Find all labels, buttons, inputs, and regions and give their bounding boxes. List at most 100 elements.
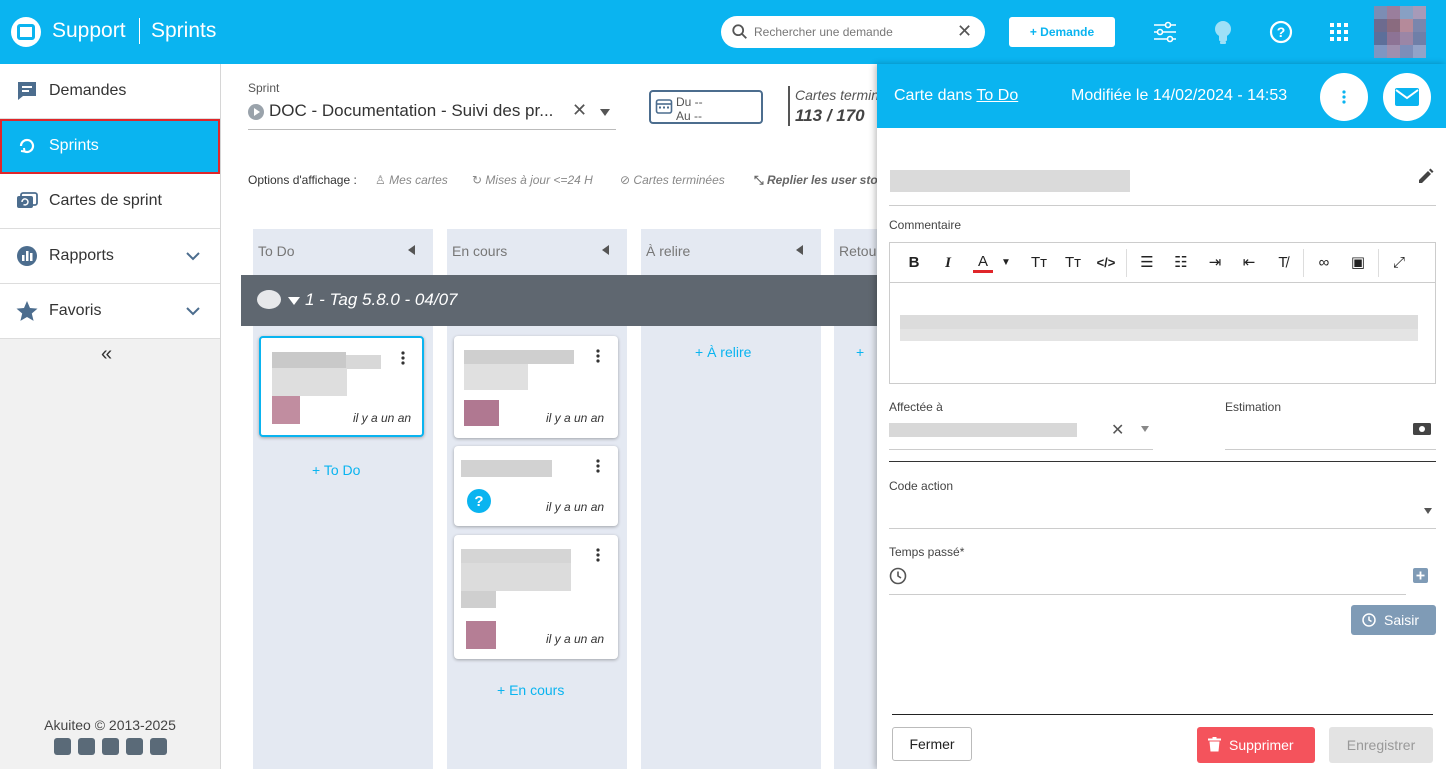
option-label: Cartes terminées <box>633 173 725 187</box>
delete-button[interactable]: Supprimer <box>1197 727 1315 763</box>
numbered-list-icon[interactable]: ☷ <box>1170 253 1192 273</box>
image-icon[interactable]: ▣ <box>1347 253 1369 273</box>
add-time-icon[interactable] <box>1413 568 1428 583</box>
indent-icon[interactable]: ⇥ <box>1204 253 1226 273</box>
comment-editor[interactable]: B I A ▼ Tт Tт </> ☰ ☷ ⇥ ⇤ T̸ ∞ ▣ ⤢ <box>889 242 1436 384</box>
fullscreen-icon[interactable]: ⤢ <box>1388 253 1410 273</box>
option-finished-cards[interactable]: ⊘ Cartes terminées <box>620 173 725 187</box>
panel-title-prefix: Carte dans <box>894 87 973 104</box>
money-icon[interactable] <box>1412 422 1432 436</box>
text-format-icon[interactable]: Tт <box>1062 253 1084 273</box>
more-vertical-icon[interactable] <box>596 348 600 364</box>
assigned-value-redacted <box>889 423 1077 437</box>
assigned-label: Affectée à <box>889 400 943 414</box>
clear-search-icon[interactable]: ✕ <box>957 21 972 42</box>
clock-icon <box>1362 613 1376 627</box>
add-card-todo[interactable]: + To Do <box>312 462 360 478</box>
add-card-a-relire[interactable]: + À relire <box>695 344 751 360</box>
divider <box>788 86 790 126</box>
divider <box>1126 249 1127 277</box>
sprint-card[interactable]: il y a un an <box>454 336 618 438</box>
sidebar-item-label: Rapports <box>49 247 114 264</box>
option-fold-stories[interactable]: ⤡ Replier les user stories <box>754 173 878 188</box>
add-card-en-cours[interactable]: + En cours <box>497 682 564 698</box>
color-dropdown-icon[interactable]: ▼ <box>999 253 1013 273</box>
apps-grid-icon[interactable] <box>1325 18 1353 46</box>
collapse-column-icon[interactable] <box>602 245 609 255</box>
clear-format-icon[interactable]: T̸ <box>1272 253 1294 273</box>
caret-down-icon[interactable] <box>600 109 610 116</box>
option-label: Mes cartes <box>389 173 448 187</box>
search-box[interactable]: ✕ <box>721 16 985 48</box>
clear-sprint-icon[interactable]: ✕ <box>572 100 587 121</box>
sprint-card[interactable]: ? il y a un an <box>454 446 618 526</box>
edit-pencil-icon[interactable] <box>1417 167 1435 185</box>
question-badge-icon: ? <box>467 489 491 513</box>
code-icon[interactable]: </> <box>1095 253 1117 273</box>
caret-down-icon[interactable] <box>1424 508 1432 514</box>
sprint-select[interactable]: DOC - Documentation - Suivi des pr... ✕ <box>248 100 616 130</box>
add-card-retour[interactable]: + <box>856 344 864 360</box>
font-size-icon[interactable]: Tт <box>1028 253 1050 273</box>
date-from: Du -- <box>676 95 703 109</box>
chevron-down-icon[interactable] <box>185 304 201 318</box>
sidebar-item-demandes[interactable]: Demandes <box>0 64 220 119</box>
clear-assigned-icon[interactable]: ✕ <box>1111 420 1124 440</box>
sprint-card[interactable]: il y a un an <box>259 336 424 437</box>
more-vertical-icon[interactable] <box>401 350 405 366</box>
link-icon[interactable]: ∞ <box>1313 253 1335 273</box>
linkedin-icon[interactable] <box>102 738 119 755</box>
text-color-icon[interactable]: A <box>973 253 993 273</box>
date-range-field[interactable]: Du -- Au -- <box>649 90 763 124</box>
sprint-value: DOC - Documentation - Suivi des pr... <box>269 101 554 120</box>
collapse-column-icon[interactable] <box>796 245 803 255</box>
bullet-list-icon[interactable]: ☰ <box>1136 253 1158 273</box>
star-icon <box>16 301 38 321</box>
sidebar-item-rapports[interactable]: Rapports <box>0 229 220 284</box>
instagram-icon[interactable] <box>150 738 167 755</box>
email-button[interactable] <box>1383 73 1431 121</box>
caret-down-icon[interactable] <box>1141 426 1149 432</box>
lightbulb-icon[interactable] <box>1209 18 1237 46</box>
column-title: To Do <box>258 243 295 259</box>
saisir-button[interactable]: Saisir <box>1351 605 1436 635</box>
more-options-button[interactable] <box>1320 73 1368 121</box>
filter-sliders-icon[interactable] <box>1151 18 1179 46</box>
card-time: il y a un an <box>546 411 605 425</box>
user-avatar[interactable] <box>1374 6 1446 58</box>
close-button[interactable]: Fermer <box>892 727 972 761</box>
outdent-icon[interactable]: ⇤ <box>1238 253 1260 273</box>
sidebar-item-cartes-de-sprint[interactable]: Cartes de sprint <box>0 174 220 229</box>
add-card-label: En cours <box>509 682 565 698</box>
save-button[interactable]: Enregistrer <box>1329 727 1433 763</box>
panel-title-column-link[interactable]: To Do <box>976 87 1018 104</box>
collapse-sidebar-button[interactable]: « <box>101 343 112 366</box>
facebook-icon[interactable] <box>126 738 143 755</box>
more-vertical-icon[interactable] <box>596 458 600 474</box>
sidebar-item-favoris[interactable]: Favoris <box>0 284 220 339</box>
story-header[interactable]: 1 - Tag 5.8.0 - 04/07 <box>241 275 878 326</box>
help-icon[interactable]: ? <box>1267 18 1295 46</box>
more-vertical-icon[interactable] <box>596 547 600 563</box>
caret-down-icon[interactable] <box>288 297 300 305</box>
collapse-column-icon[interactable] <box>408 245 415 255</box>
modified-date: Modifiée le 14/02/2024 - 14:53 <box>1071 87 1288 104</box>
option-my-cards[interactable]: ♙ Mes cartes <box>375 173 448 187</box>
display-options-label: Options d'affichage : <box>248 173 357 187</box>
bold-icon[interactable]: B <box>904 253 924 273</box>
comment-text-redacted <box>900 315 1418 329</box>
done-cards-count: 113 / 170 <box>795 106 865 125</box>
panel-title: Carte dans To Do <box>894 87 1018 105</box>
akuiteo-icon[interactable] <box>54 738 71 755</box>
sprint-card[interactable]: il y a un an <box>454 535 618 659</box>
divider <box>1303 249 1304 277</box>
italic-icon[interactable]: I <box>938 253 958 273</box>
option-updated[interactable]: ↻ Mises à jour <=24 H <box>472 173 593 187</box>
search-input[interactable] <box>754 23 954 41</box>
butterfly-icon[interactable] <box>78 738 95 755</box>
chevron-down-icon[interactable] <box>185 249 201 263</box>
sidebar-item-sprints[interactable]: Sprints <box>0 119 220 174</box>
option-label: Replier les user stories <box>766 173 878 187</box>
logo-icon[interactable] <box>11 17 41 47</box>
add-request-button[interactable]: + Demande <box>1009 17 1115 47</box>
